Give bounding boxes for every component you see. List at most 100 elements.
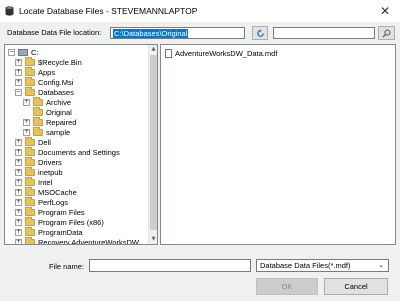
tree-item-label: C: — [31, 47, 39, 57]
expand-icon[interactable]: + — [15, 208, 22, 216]
no-expander — [23, 108, 30, 116]
tree-item-label: Dell — [38, 137, 51, 147]
folder-icon — [25, 236, 35, 244]
folder-icon — [25, 166, 35, 176]
tree-item[interactable]: + inetpub — [15, 166, 63, 177]
folder-icon — [25, 56, 35, 66]
expand-icon[interactable]: + — [15, 238, 22, 244]
folder-icon — [25, 226, 35, 236]
expand-icon[interactable]: + — [15, 168, 22, 176]
tree-item[interactable]: + Intel — [15, 176, 52, 187]
folder-icon — [25, 156, 35, 166]
chevron-down-icon: ⌄ — [378, 261, 384, 269]
location-row: Database Data File location: C:\Database… — [0, 24, 400, 42]
ok-button[interactable]: OK — [256, 278, 318, 295]
expand-icon[interactable]: + — [15, 188, 22, 196]
tree-item[interactable]: + $Recycle.Bin — [15, 56, 82, 67]
folder-icon — [25, 176, 35, 186]
tree-item-label: Program Files (x86) — [38, 217, 104, 227]
drive-icon — [18, 48, 28, 56]
database-icon — [5, 6, 14, 16]
tree-item[interactable]: + Repaired — [23, 116, 76, 127]
folder-icon — [25, 186, 35, 196]
file-list[interactable]: AdventureWorksDW_Data.mdf — [160, 44, 396, 245]
location-input[interactable]: C:\Databases\Original — [110, 27, 245, 39]
filename-input[interactable] — [89, 259, 251, 272]
tree-item-label: sample — [46, 127, 71, 137]
title-bar: Locate Database Files - STEVEMANNLAPTOP … — [0, 0, 400, 22]
folder-icon — [25, 196, 35, 206]
expand-icon[interactable]: + — [23, 98, 30, 106]
tree-item-label: Archive — [46, 97, 72, 107]
filetype-dropdown[interactable]: Database Data Files(*.mdf) ⌄ — [256, 259, 389, 272]
collapse-icon[interactable]: − — [8, 48, 15, 56]
folder-icon — [25, 86, 35, 96]
expand-icon[interactable]: + — [15, 218, 22, 226]
expand-icon[interactable]: + — [15, 228, 22, 236]
expand-icon[interactable]: + — [15, 58, 22, 66]
scroll-thumb[interactable] — [150, 55, 157, 230]
filename-label: File name: — [49, 262, 85, 271]
tree-item[interactable]: + ProgramData — [15, 226, 83, 237]
close-icon[interactable]: ✕ — [380, 4, 390, 18]
tree-item-label: MSOCache — [38, 187, 77, 197]
file-item[interactable]: AdventureWorksDW_Data.mdf — [165, 49, 277, 58]
tree-item[interactable]: + Documents and Settings — [15, 146, 120, 157]
folder-icon — [33, 106, 43, 116]
tree-item-label: Drivers — [38, 157, 62, 167]
search-input[interactable] — [273, 27, 375, 39]
tree-item-label: Databases — [38, 87, 74, 97]
expand-icon[interactable]: + — [23, 128, 30, 136]
scroll-down-icon[interactable]: ▼ — [149, 235, 157, 244]
tree-item[interactable]: + sample — [23, 126, 71, 137]
cancel-button[interactable]: Cancel — [324, 278, 388, 295]
tree-item-label: Program Files — [38, 207, 85, 217]
refresh-button[interactable] — [252, 26, 268, 40]
tree-item[interactable]: − Databases — [15, 86, 74, 97]
search-icon — [382, 29, 391, 38]
tree-item[interactable]: + Recovery.AdventureWorksDW... — [15, 236, 145, 245]
tree-item[interactable]: + Dell — [15, 136, 51, 147]
expand-icon[interactable]: + — [15, 198, 22, 206]
expand-icon[interactable]: + — [15, 138, 22, 146]
folder-icon — [33, 116, 43, 126]
tree-item[interactable]: + Config.Msi — [15, 76, 74, 87]
expand-icon[interactable]: + — [15, 158, 22, 166]
folder-icon — [25, 76, 35, 86]
folder-icon — [25, 66, 35, 76]
folder-icon — [25, 146, 35, 156]
tree-item[interactable]: + MSOCache — [15, 186, 77, 197]
expand-icon[interactable]: + — [15, 178, 22, 186]
folder-icon — [33, 126, 43, 136]
expand-icon[interactable]: + — [23, 118, 30, 126]
tree-item-label: Config.Msi — [38, 77, 74, 87]
tree-item-label: ProgramData — [38, 227, 83, 237]
tree-item[interactable]: Original — [23, 106, 72, 117]
folder-icon — [25, 136, 35, 146]
search-button[interactable] — [378, 26, 395, 40]
tree-item[interactable]: + Apps — [15, 66, 56, 77]
tree-item[interactable]: + Program Files (x86) — [15, 216, 104, 227]
tree-item[interactable]: + PerfLogs — [15, 196, 69, 207]
tree-item[interactable]: + Archive — [23, 96, 72, 107]
scroll-up-icon[interactable]: ▲ — [149, 45, 157, 54]
tree-item-label: Recovery.AdventureWorksDW... — [38, 237, 145, 245]
collapse-icon[interactable]: − — [15, 88, 22, 96]
tree-item-label: $Recycle.Bin — [38, 57, 82, 67]
expand-icon[interactable]: + — [15, 78, 22, 86]
tree-item-label: PerfLogs — [38, 197, 69, 207]
refresh-icon — [256, 28, 264, 37]
tree-scrollbar[interactable]: ▲ ▼ — [148, 45, 157, 244]
tree-item-label: inetpub — [38, 167, 63, 177]
expand-icon[interactable]: + — [15, 148, 22, 156]
folder-icon — [25, 216, 35, 226]
folder-tree[interactable]: ▲ ▼ − C: + $Recycle.Bin + Apps + Config.Msi − Dat… — [4, 44, 158, 245]
expand-icon[interactable]: + — [15, 68, 22, 76]
tree-item[interactable]: − C: — [8, 47, 39, 57]
tree-item-label: Apps — [38, 67, 56, 77]
tree-item[interactable]: + Drivers — [15, 156, 62, 167]
location-value: C:\Databases\Original — [113, 29, 189, 38]
window-title: Locate Database Files - STEVEMANNLAPTOP — [19, 6, 198, 16]
tree-item-label: Documents and Settings — [38, 147, 120, 157]
tree-item[interactable]: + Program Files — [15, 206, 85, 217]
